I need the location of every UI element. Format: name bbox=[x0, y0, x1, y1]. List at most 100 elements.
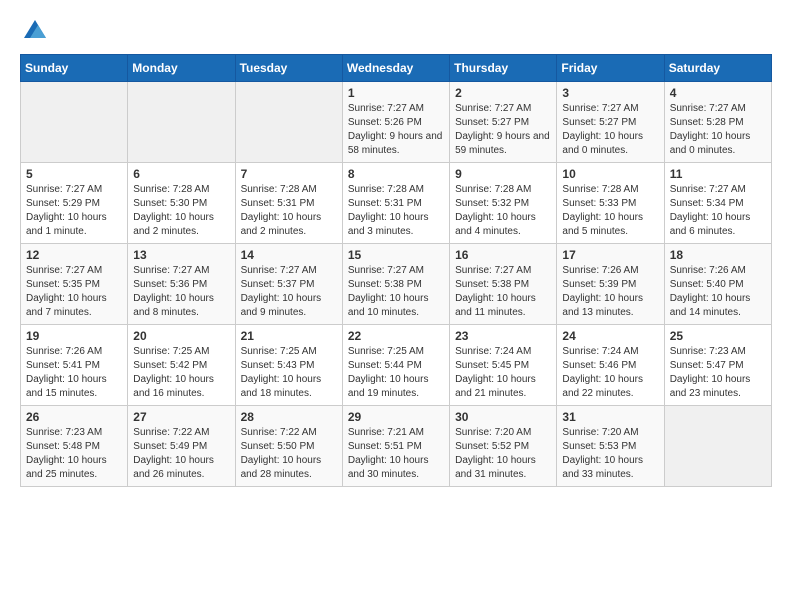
day-number: 7 bbox=[241, 167, 337, 181]
day-info: Sunrise: 7:26 AMSunset: 5:40 PMDaylight:… bbox=[670, 264, 766, 320]
day-number: 19 bbox=[26, 329, 122, 343]
day-number: 18 bbox=[670, 248, 766, 262]
day-cell bbox=[128, 82, 235, 163]
day-number: 12 bbox=[26, 248, 122, 262]
weekday-header-thursday: Thursday bbox=[450, 55, 557, 82]
day-cell: 27 Sunrise: 7:22 AMSunset: 5:49 PMDayligh… bbox=[128, 406, 235, 487]
day-info: Sunrise: 7:27 AMSunset: 5:29 PMDaylight:… bbox=[26, 183, 122, 239]
day-info: Sunrise: 7:27 AMSunset: 5:38 PMDaylight:… bbox=[455, 264, 551, 320]
week-row-1: 1Sunrise: 7:27 AMSunset: 5:26 PMDaylight… bbox=[21, 82, 772, 163]
day-cell: 26Sunrise: 7:23 AMSunset: 5:48 PMDayligh… bbox=[21, 406, 128, 487]
day-cell: 17 Sunrise: 7:26 AMSunset: 5:39 PMDayligh… bbox=[557, 244, 664, 325]
day-cell: 22 Sunrise: 7:25 AMSunset: 5:44 PMDayligh… bbox=[342, 325, 449, 406]
day-info: Sunrise: 7:23 AMSunset: 5:48 PMDaylight:… bbox=[26, 426, 122, 482]
calendar-table: SundayMondayTuesdayWednesdayThursdayFrid… bbox=[20, 54, 772, 487]
day-info: Sunrise: 7:27 AMSunset: 5:35 PMDaylight:… bbox=[26, 264, 122, 320]
week-row-2: 5 Sunrise: 7:27 AMSunset: 5:29 PMDaylight… bbox=[21, 163, 772, 244]
day-number: 9 bbox=[455, 167, 551, 181]
day-number: 30 bbox=[455, 410, 551, 424]
day-number: 11 bbox=[670, 167, 766, 181]
day-cell: 1Sunrise: 7:27 AMSunset: 5:26 PMDaylight… bbox=[342, 82, 449, 163]
weekday-header-monday: Monday bbox=[128, 55, 235, 82]
day-info: Sunrise: 7:25 AMSunset: 5:44 PMDaylight:… bbox=[348, 345, 444, 401]
day-cell: 3Sunrise: 7:27 AMSunset: 5:27 PMDaylight… bbox=[557, 82, 664, 163]
day-number: 29 bbox=[348, 410, 444, 424]
day-info: Sunrise: 7:27 AMSunset: 5:34 PMDaylight:… bbox=[670, 183, 766, 239]
day-cell: 12 Sunrise: 7:27 AMSunset: 5:35 PMDayligh… bbox=[21, 244, 128, 325]
day-info: Sunrise: 7:27 AMSunset: 5:28 PMDaylight:… bbox=[670, 102, 766, 158]
day-cell: 6Sunrise: 7:28 AMSunset: 5:30 PMDaylight… bbox=[128, 163, 235, 244]
day-info: Sunrise: 7:21 AMSunset: 5:51 PMDaylight:… bbox=[348, 426, 444, 482]
day-info: Sunrise: 7:25 AMSunset: 5:42 PMDaylight:… bbox=[133, 345, 229, 401]
day-info: Sunrise: 7:22 AMSunset: 5:49 PMDaylight:… bbox=[133, 426, 229, 482]
day-number: 16 bbox=[455, 248, 551, 262]
day-info: Sunrise: 7:27 AMSunset: 5:37 PMDaylight:… bbox=[241, 264, 337, 320]
day-number: 24 bbox=[562, 329, 658, 343]
day-number: 5 bbox=[26, 167, 122, 181]
day-info: Sunrise: 7:25 AMSunset: 5:43 PMDaylight:… bbox=[241, 345, 337, 401]
day-number: 28 bbox=[241, 410, 337, 424]
day-info: Sunrise: 7:28 AMSunset: 5:31 PMDaylight:… bbox=[241, 183, 337, 239]
day-number: 13 bbox=[133, 248, 229, 262]
day-number: 21 bbox=[241, 329, 337, 343]
day-info: Sunrise: 7:27 AMSunset: 5:36 PMDaylight:… bbox=[133, 264, 229, 320]
day-number: 15 bbox=[348, 248, 444, 262]
day-number: 27 bbox=[133, 410, 229, 424]
page-header bbox=[20, 20, 772, 38]
day-info: Sunrise: 7:23 AMSunset: 5:47 PMDaylight:… bbox=[670, 345, 766, 401]
weekday-header-wednesday: Wednesday bbox=[342, 55, 449, 82]
day-cell: 25 Sunrise: 7:23 AMSunset: 5:47 PMDayligh… bbox=[664, 325, 771, 406]
day-cell: 23 Sunrise: 7:24 AMSunset: 5:45 PMDayligh… bbox=[450, 325, 557, 406]
week-row-3: 12 Sunrise: 7:27 AMSunset: 5:35 PMDayligh… bbox=[21, 244, 772, 325]
day-cell bbox=[664, 406, 771, 487]
day-cell: 30Sunrise: 7:20 AMSunset: 5:52 PMDayligh… bbox=[450, 406, 557, 487]
day-info: Sunrise: 7:24 AMSunset: 5:46 PMDaylight:… bbox=[562, 345, 658, 401]
day-number: 8 bbox=[348, 167, 444, 181]
day-info: Sunrise: 7:27 AMSunset: 5:27 PMDaylight:… bbox=[455, 102, 551, 158]
day-number: 31 bbox=[562, 410, 658, 424]
weekday-header-friday: Friday bbox=[557, 55, 664, 82]
day-number: 2 bbox=[455, 86, 551, 100]
day-cell: 24 Sunrise: 7:24 AMSunset: 5:46 PMDayligh… bbox=[557, 325, 664, 406]
logo-icon bbox=[24, 20, 46, 38]
day-number: 22 bbox=[348, 329, 444, 343]
logo bbox=[20, 20, 46, 38]
day-cell: 8 Sunrise: 7:28 AMSunset: 5:31 PMDaylight… bbox=[342, 163, 449, 244]
day-number: 23 bbox=[455, 329, 551, 343]
day-info: Sunrise: 7:28 AMSunset: 5:32 PMDaylight:… bbox=[455, 183, 551, 239]
day-info: Sunrise: 7:20 AMSunset: 5:53 PMDaylight:… bbox=[562, 426, 658, 482]
day-number: 17 bbox=[562, 248, 658, 262]
day-info: Sunrise: 7:26 AMSunset: 5:39 PMDaylight:… bbox=[562, 264, 658, 320]
day-cell: 19Sunrise: 7:26 AMSunset: 5:41 PMDayligh… bbox=[21, 325, 128, 406]
day-info: Sunrise: 7:27 AMSunset: 5:27 PMDaylight:… bbox=[562, 102, 658, 158]
day-cell: 18 Sunrise: 7:26 AMSunset: 5:40 PMDayligh… bbox=[664, 244, 771, 325]
day-cell: 14 Sunrise: 7:27 AMSunset: 5:37 PMDayligh… bbox=[235, 244, 342, 325]
weekday-header-saturday: Saturday bbox=[664, 55, 771, 82]
day-info: Sunrise: 7:28 AMSunset: 5:31 PMDaylight:… bbox=[348, 183, 444, 239]
day-cell: 20 Sunrise: 7:25 AMSunset: 5:42 PMDayligh… bbox=[128, 325, 235, 406]
day-cell: 21 Sunrise: 7:25 AMSunset: 5:43 PMDayligh… bbox=[235, 325, 342, 406]
day-info: Sunrise: 7:27 AMSunset: 5:38 PMDaylight:… bbox=[348, 264, 444, 320]
weekday-header-tuesday: Tuesday bbox=[235, 55, 342, 82]
day-cell bbox=[235, 82, 342, 163]
day-number: 14 bbox=[241, 248, 337, 262]
day-number: 1 bbox=[348, 86, 444, 100]
day-cell: 11 Sunrise: 7:27 AMSunset: 5:34 PMDayligh… bbox=[664, 163, 771, 244]
day-cell: 9 Sunrise: 7:28 AMSunset: 5:32 PMDaylight… bbox=[450, 163, 557, 244]
day-cell: 10Sunrise: 7:28 AMSunset: 5:33 PMDayligh… bbox=[557, 163, 664, 244]
day-cell: 7 Sunrise: 7:28 AMSunset: 5:31 PMDaylight… bbox=[235, 163, 342, 244]
weekday-header-row: SundayMondayTuesdayWednesdayThursdayFrid… bbox=[21, 55, 772, 82]
day-cell: 4Sunrise: 7:27 AMSunset: 5:28 PMDaylight… bbox=[664, 82, 771, 163]
day-cell: 29 Sunrise: 7:21 AMSunset: 5:51 PMDayligh… bbox=[342, 406, 449, 487]
day-number: 25 bbox=[670, 329, 766, 343]
day-info: Sunrise: 7:28 AMSunset: 5:33 PMDaylight:… bbox=[562, 183, 658, 239]
weekday-header-sunday: Sunday bbox=[21, 55, 128, 82]
week-row-4: 19Sunrise: 7:26 AMSunset: 5:41 PMDayligh… bbox=[21, 325, 772, 406]
day-cell: 31 Sunrise: 7:20 AMSunset: 5:53 PMDayligh… bbox=[557, 406, 664, 487]
day-info: Sunrise: 7:28 AMSunset: 5:30 PMDaylight:… bbox=[133, 183, 229, 239]
day-number: 20 bbox=[133, 329, 229, 343]
day-info: Sunrise: 7:22 AMSunset: 5:50 PMDaylight:… bbox=[241, 426, 337, 482]
day-info: Sunrise: 7:24 AMSunset: 5:45 PMDaylight:… bbox=[455, 345, 551, 401]
day-cell: 2 Sunrise: 7:27 AMSunset: 5:27 PMDaylight… bbox=[450, 82, 557, 163]
day-cell: 13 Sunrise: 7:27 AMSunset: 5:36 PMDayligh… bbox=[128, 244, 235, 325]
